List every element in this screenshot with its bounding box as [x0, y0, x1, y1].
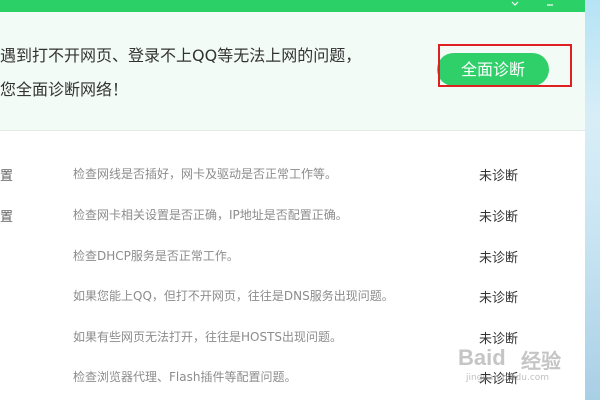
check-row-description: 如果您能上QQ，但打不开网页，往往是DNS服务出现问题。	[73, 289, 394, 303]
check-row: 置 检查网线是否插好，网卡及驱动是否正常工作等。 未诊断	[0, 153, 585, 193]
check-row-name: 置	[0, 169, 14, 184]
check-row-name: 置	[0, 210, 14, 225]
watermark-url: jingyan.baidu.com	[466, 373, 550, 383]
check-row-description: 检查网线是否插好，网卡及驱动是否正常工作等。	[73, 167, 338, 181]
check-row-status: 未诊断	[479, 169, 519, 184]
check-row: 检查DHCP服务是否正常工作。 未诊断	[0, 235, 585, 275]
minimize-icon[interactable]	[540, 0, 560, 12]
baidu-jingyan-watermark: Baid 经验 jingyan.baidu.com	[458, 345, 586, 387]
check-row: 置 检查网卡相关设置是否正确，IP地址是否配置正确。 未诊断	[0, 194, 585, 234]
check-row-description: 如果有些网页无法打开，往往是HOSTS出现问题。	[73, 330, 343, 344]
watermark-brand: Baid	[458, 345, 506, 370]
check-row-description: 检查浏览器代理、Flash插件等配置问题。	[73, 370, 297, 384]
check-row-status: 未诊断	[479, 251, 519, 266]
header-message-line2: 您全面诊断网络！	[0, 80, 129, 99]
check-row-status: 未诊断	[479, 210, 519, 225]
watermark-brand-suffix: 经验	[521, 349, 561, 373]
header-message-line1: 遇到打不开网页、登录不上QQ等无法上网的问题，	[0, 46, 362, 65]
check-row-description: 检查网卡相关设置是否正确，IP地址是否配置正确。	[73, 208, 348, 222]
check-row-status: 未诊断	[479, 291, 519, 306]
desktop-background	[585, 0, 600, 400]
dropdown-arrow-icon[interactable]	[505, 0, 525, 12]
annotation-highlight-box	[438, 44, 572, 87]
check-row: 如果您能上QQ，但打不开网页，往往是DNS服务出现问题。 未诊断	[0, 275, 585, 315]
check-row-description: 检查DHCP服务是否正常工作。	[73, 249, 239, 263]
